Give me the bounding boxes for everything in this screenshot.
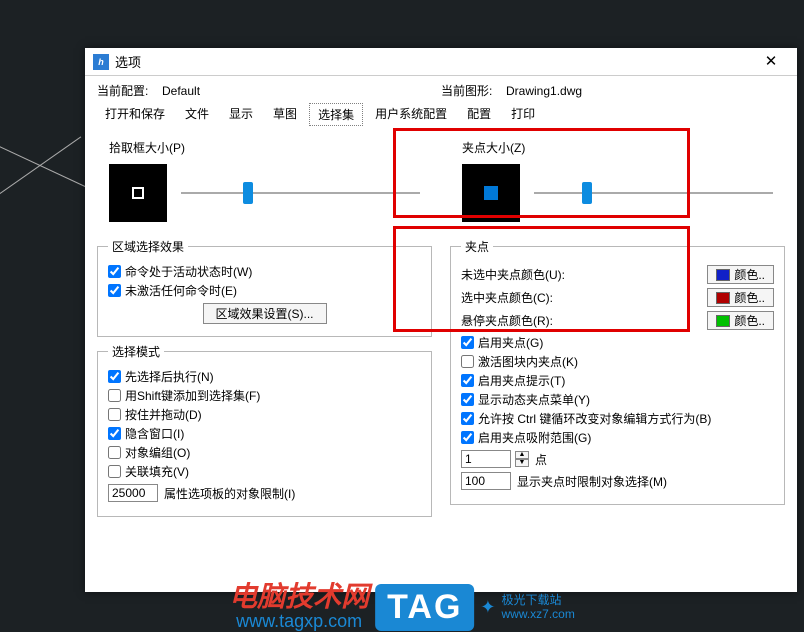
chk-active-cmd[interactable]: 命令处于活动状态时(W) [108, 263, 421, 280]
watermark-title: 电脑技术网 [229, 583, 369, 611]
tab-selection[interactable]: 选择集 [309, 103, 363, 126]
watermark: 电脑技术网 www.tagxp.com TAG ✦ 极光下载站 www.xz7.… [229, 583, 575, 632]
tab-display[interactable]: 显示 [221, 103, 261, 126]
region-select-group: 区域选择效果 命令处于活动状态时(W) 未激活任何命令时(E) 区域效果设置(S… [97, 238, 432, 337]
chk-assoc-fill[interactable]: 关联填充(V) [108, 463, 421, 480]
chk-enable-grips[interactable]: 启用夹点(G) [461, 334, 774, 351]
obj-limit-label: 属性选项板的对象限制(I) [164, 485, 295, 502]
watermark-side2: www.xz7.com [502, 608, 575, 621]
spinner-down-icon[interactable]: ▼ [515, 459, 529, 467]
current-drawing-label: 当前图形: [441, 82, 506, 99]
chk-implied-window[interactable]: 隐含窗口(I) [108, 425, 421, 442]
grip-slider[interactable] [534, 182, 773, 204]
obj-limit-input[interactable] [108, 484, 158, 502]
app-icon: h [93, 54, 109, 70]
close-button[interactable]: ✕ [753, 50, 789, 74]
region-select-legend: 区域选择效果 [108, 238, 188, 255]
window-title: 选项 [115, 52, 753, 71]
tab-print[interactable]: 打印 [503, 103, 543, 126]
chk-press-drag[interactable]: 按住并拖动(D) [108, 406, 421, 423]
grip-limit-label: 显示夹点时限制对象选择(M) [517, 473, 667, 490]
chk-shift-add[interactable]: 用Shift键添加到选择集(F) [108, 387, 421, 404]
select-mode-group: 选择模式 先选择后执行(N) 用Shift键添加到选择集(F) 按住并拖动(D) [97, 343, 432, 517]
color-hover-label: 悬停夹点颜色(R): [461, 312, 701, 329]
grip-limit-input[interactable] [461, 472, 511, 490]
current-profile-value: Default [162, 84, 200, 98]
current-drawing-value: Drawing1.dwg [506, 84, 582, 98]
points-input[interactable] [461, 450, 511, 468]
color-hover-swatch [716, 315, 730, 327]
tabs: 打开和保存 文件 显示 草图 选择集 用户系统配置 配置 打印 [97, 103, 785, 127]
grip-legend: 夹点 [461, 238, 493, 255]
chk-obj-group[interactable]: 对象编组(O) [108, 444, 421, 461]
watermark-side1: 极光下载站 [502, 594, 575, 607]
color-selected-button[interactable]: 颜色.. [707, 288, 774, 307]
tab-draft[interactable]: 草图 [265, 103, 305, 126]
color-unselected-swatch [716, 269, 730, 281]
tab-open-save[interactable]: 打开和保存 [97, 103, 173, 126]
spinner-up-icon[interactable]: ▲ [515, 451, 529, 459]
chk-ctrl-cycle[interactable]: 允许按 Ctrl 键循环改变对象编辑方式行为(B) [461, 410, 774, 427]
pickbox-slider[interactable] [181, 182, 420, 204]
chk-dyn-grip-menu[interactable]: 显示动态夹点菜单(Y) [461, 391, 774, 408]
color-unselected-label: 未选中夹点颜色(U): [461, 266, 701, 283]
titlebar: h 选项 ✕ [85, 48, 797, 76]
options-dialog: h 选项 ✕ 当前配置: Default 当前图形: Drawing1.dwg … [85, 48, 797, 592]
select-mode-legend: 选择模式 [108, 343, 164, 360]
points-label: 点 [535, 451, 547, 468]
color-selected-label: 选中夹点颜色(C): [461, 289, 701, 306]
pickbox-preview [109, 164, 167, 222]
tab-files[interactable]: 文件 [177, 103, 217, 126]
chk-grip-snap[interactable]: 启用夹点吸附范围(G) [461, 429, 774, 446]
chk-no-active-cmd[interactable]: 未激活任何命令时(E) [108, 282, 421, 299]
watermark-tag: TAG [375, 584, 474, 631]
color-selected-swatch [716, 292, 730, 304]
grip-group: 夹点 未选中夹点颜色(U): 颜色.. 选中夹点颜色(C): 颜色.. [450, 238, 785, 505]
current-profile-label: 当前配置: [97, 82, 162, 99]
watermark-url: www.tagxp.com [229, 611, 369, 632]
pickbox-size-label: 拾取框大小(P) [109, 139, 432, 156]
star-icon: ✦ [480, 597, 495, 618]
chk-block-grips[interactable]: 激活图块内夹点(K) [461, 353, 774, 370]
color-hover-button[interactable]: 颜色.. [707, 311, 774, 330]
tab-config[interactable]: 配置 [459, 103, 499, 126]
color-unselected-button[interactable]: 颜色.. [707, 265, 774, 284]
grip-preview [462, 164, 520, 222]
tab-user-sys[interactable]: 用户系统配置 [367, 103, 455, 126]
points-spinner[interactable]: ▲ ▼ [515, 451, 529, 467]
grip-size-label: 夹点大小(Z) [462, 139, 785, 156]
region-effect-settings-button[interactable]: 区域效果设置(S)... [203, 303, 327, 324]
chk-grip-tips[interactable]: 启用夹点提示(T) [461, 372, 774, 389]
chk-noun-verb[interactable]: 先选择后执行(N) [108, 368, 421, 385]
